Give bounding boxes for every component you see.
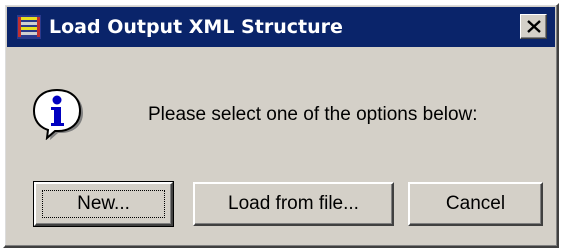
close-button[interactable] bbox=[520, 14, 547, 39]
xml-structure-icon bbox=[17, 15, 41, 39]
cancel-button-label: Cancel bbox=[445, 193, 506, 214]
info-icon bbox=[31, 86, 83, 141]
load-output-xml-dialog: Load Output XML Structure Please select … bbox=[3, 3, 559, 248]
dialog-message: Please select one of the options below: bbox=[148, 104, 478, 125]
dialog-title: Load Output XML Structure bbox=[49, 16, 343, 38]
close-icon bbox=[527, 20, 541, 33]
load-from-file-button-label: Load from file... bbox=[228, 193, 359, 214]
new-button[interactable]: New... bbox=[33, 181, 174, 227]
load-from-file-button[interactable]: Load from file... bbox=[193, 182, 394, 226]
new-button-label: New... bbox=[77, 193, 130, 214]
title-bar[interactable]: Load Output XML Structure bbox=[7, 7, 555, 47]
cancel-button[interactable]: Cancel bbox=[408, 182, 543, 226]
